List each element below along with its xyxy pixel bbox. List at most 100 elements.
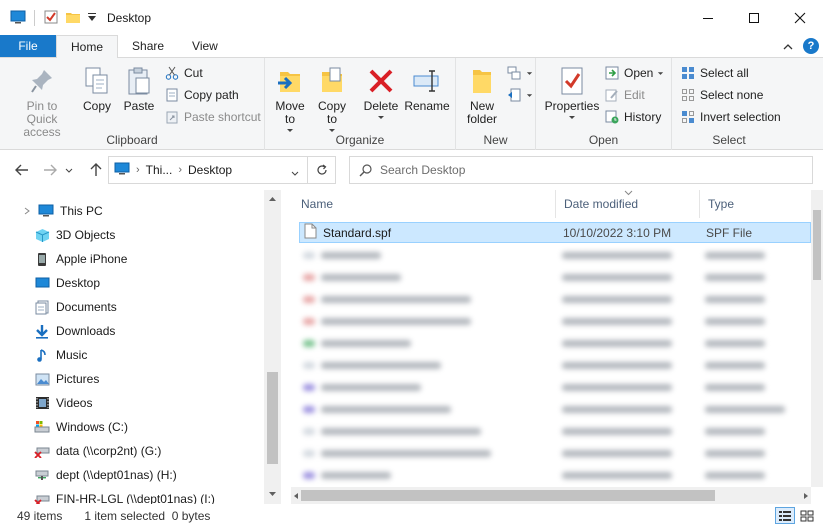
tree-item-data-g[interactable]: data (\\corp2nt) (G:) — [34, 439, 161, 463]
navpane-scrollbar[interactable] — [264, 190, 281, 504]
breadcrumb-desktop[interactable]: Desktop — [188, 163, 232, 177]
details-view-button[interactable] — [775, 507, 795, 524]
properties-qat-icon[interactable] — [43, 9, 59, 28]
help-icon[interactable]: ? — [803, 38, 819, 54]
filelist-scrollbar-thumb[interactable] — [813, 210, 821, 280]
tree-label: Downloads — [56, 324, 116, 338]
ribbon-tabs: File Home Share View ? — [0, 35, 823, 58]
collapse-ribbon-icon[interactable] — [783, 40, 793, 54]
horizontal-scrollbar-thumb[interactable] — [301, 490, 715, 501]
new-folder-label: New folder — [466, 99, 498, 126]
scroll-down-arrow-icon[interactable] — [268, 491, 277, 497]
file-row[interactable] — [299, 377, 811, 398]
breadcrumb-this-pc[interactable]: Thi... — [146, 163, 173, 177]
cube-icon — [34, 227, 50, 243]
tree-item-3d-objects[interactable]: 3D Objects — [34, 223, 115, 247]
new-folder-button[interactable]: New folder — [462, 64, 502, 126]
file-row[interactable] — [299, 399, 811, 420]
copy-path-button[interactable]: Copy path — [164, 85, 239, 105]
file-row[interactable] — [299, 289, 811, 310]
file-row[interactable] — [299, 421, 811, 442]
tree-item-music[interactable]: Music — [34, 343, 87, 367]
maximize-button[interactable] — [731, 0, 777, 36]
file-row[interactable] — [299, 245, 811, 266]
cut-button[interactable]: Cut — [164, 63, 203, 83]
filelist-horizontal-scrollbar[interactable] — [291, 487, 811, 504]
tree-item-videos[interactable]: Videos — [34, 391, 92, 415]
breadcrumb-chevron-icon[interactable]: › — [136, 164, 140, 176]
scroll-up-arrow-icon[interactable] — [268, 196, 277, 202]
minimize-button[interactable] — [685, 0, 731, 36]
tree-label: Videos — [56, 396, 93, 410]
item-count: 49 items — [17, 509, 63, 523]
expand-chevron-icon[interactable] — [24, 207, 32, 215]
cut-label: Cut — [184, 66, 203, 80]
select-none-button[interactable]: Select none — [680, 85, 763, 105]
tab-file[interactable]: File — [0, 35, 56, 57]
tab-home[interactable]: Home — [56, 35, 119, 58]
delete-button[interactable]: Delete — [363, 64, 399, 120]
scroll-right-arrow-icon[interactable] — [803, 492, 809, 500]
tree-item-apple-iphone[interactable]: Apple iPhone — [34, 247, 127, 271]
edit-button[interactable]: Edit — [604, 85, 645, 105]
up-button[interactable] — [86, 162, 106, 178]
paste-button[interactable]: Paste — [120, 64, 158, 113]
explorer-icon[interactable] — [10, 10, 26, 27]
ribbon: Pin to Quick access Copy Paste Cut Copy … — [0, 58, 823, 150]
tree-item-documents[interactable]: Documents — [34, 295, 117, 319]
file-row[interactable] — [299, 333, 811, 354]
tree-item-pictures[interactable]: Pictures — [34, 367, 99, 391]
new-item-button[interactable] — [506, 63, 533, 83]
tree-item-this-pc[interactable]: This PC — [24, 199, 103, 223]
move-to-button[interactable]: Move to — [273, 64, 307, 133]
tree-item-fin-hr-lgl-i[interactable]: FIN-HR-LGL (\\dept01nas) (I:) — [34, 487, 215, 504]
file-row[interactable] — [299, 311, 811, 332]
pin-quick-access-button[interactable]: Pin to Quick access — [8, 64, 76, 139]
invert-selection-button[interactable]: Invert selection — [680, 107, 781, 127]
forward-button[interactable] — [40, 162, 60, 178]
easy-access-button[interactable] — [506, 85, 533, 105]
tree-item-downloads[interactable]: Downloads — [34, 319, 115, 343]
select-all-button[interactable]: Select all — [680, 63, 749, 83]
copy-to-button[interactable]: Copy to — [315, 64, 349, 133]
rename-button[interactable]: Rename — [404, 64, 450, 113]
tab-share[interactable]: Share — [118, 35, 178, 57]
address-bar[interactable]: › Thi... › Desktop — [108, 156, 336, 184]
back-button[interactable] — [12, 162, 32, 178]
copy-button[interactable]: Copy — [80, 64, 114, 113]
open-button[interactable]: Open — [604, 63, 664, 83]
recent-locations-button[interactable] — [62, 162, 76, 178]
file-row-selected[interactable]: Standard.spf 10/10/2022 3:10 PM SPF File — [299, 222, 811, 243]
tree-item-windows-c[interactable]: Windows (C:) — [34, 415, 128, 439]
close-button[interactable] — [777, 0, 823, 36]
file-row[interactable] — [299, 267, 811, 288]
paste-shortcut-button[interactable]: Paste shortcut — [164, 107, 261, 127]
file-row[interactable] — [299, 355, 811, 376]
column-header-name[interactable]: Name — [293, 190, 556, 218]
large-icons-view-button[interactable] — [797, 507, 817, 524]
address-dropdown-icon[interactable] — [291, 165, 299, 179]
tree-item-desktop[interactable]: Desktop — [34, 271, 100, 295]
history-button[interactable]: History — [604, 107, 661, 127]
navpane-scrollbar-thumb[interactable] — [267, 372, 278, 464]
tree-item-dept-h[interactable]: dept (\\dept01nas) (H:) — [34, 463, 177, 487]
tab-view[interactable]: View — [178, 35, 232, 57]
new-folder-qat-icon[interactable] — [65, 9, 81, 28]
details-view-icon — [779, 510, 791, 521]
search-box[interactable]: Search Desktop — [349, 156, 813, 184]
refresh-button[interactable] — [307, 157, 335, 183]
edit-label: Edit — [624, 88, 645, 102]
select-all-label: Select all — [700, 66, 749, 80]
file-row[interactable] — [299, 443, 811, 464]
rename-label: Rename — [404, 99, 450, 113]
desktop-location-icon — [114, 162, 130, 178]
scroll-left-arrow-icon[interactable] — [293, 492, 299, 500]
sort-chevron-icon — [624, 190, 633, 196]
filelist-scrollbar[interactable] — [811, 190, 823, 487]
breadcrumb-chevron-icon[interactable]: › — [178, 164, 182, 176]
customize-qat-icon[interactable] — [87, 11, 97, 26]
file-row[interactable] — [299, 465, 811, 486]
open-group: Properties Open Edit History Open — [536, 58, 672, 150]
column-header-type[interactable]: Type — [700, 190, 812, 218]
properties-button[interactable]: Properties — [544, 64, 600, 120]
